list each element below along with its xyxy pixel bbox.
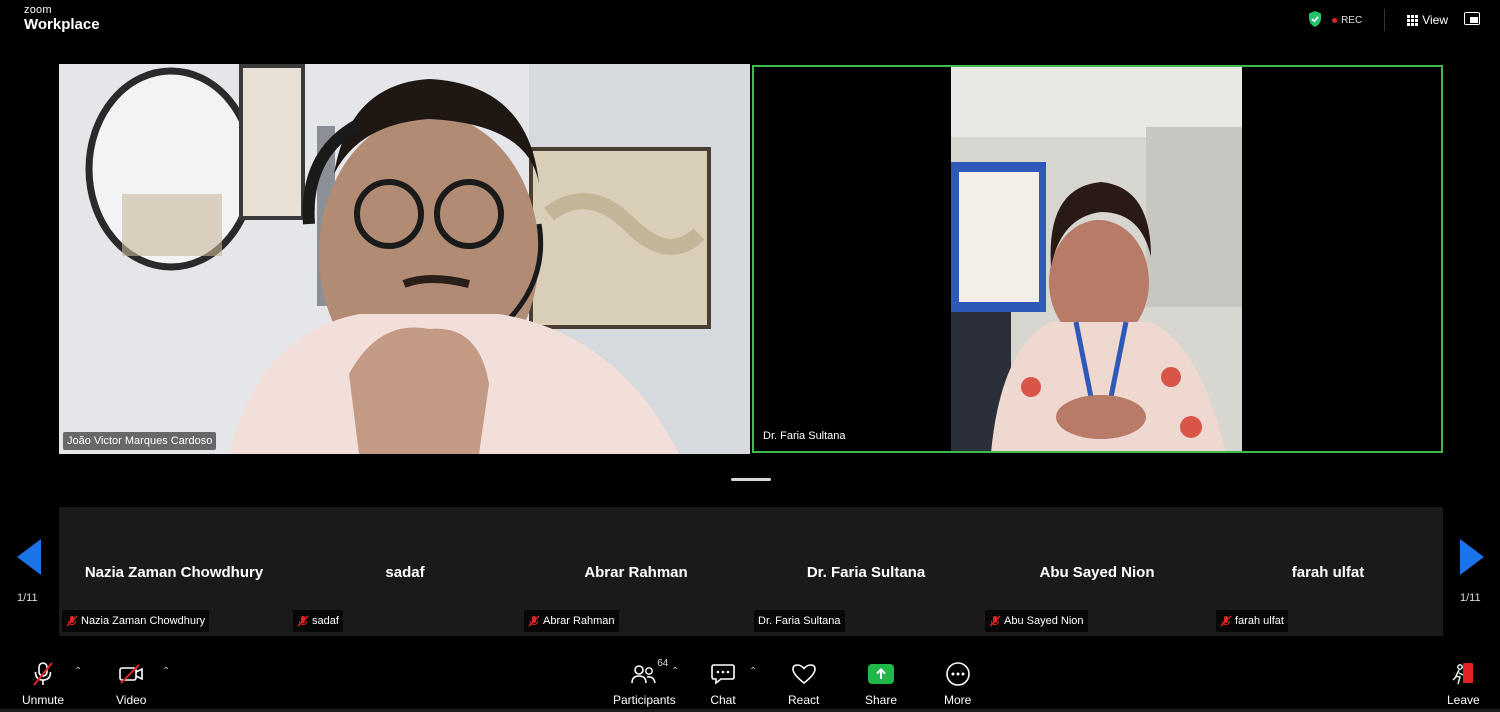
video-off-icon bbox=[119, 664, 144, 684]
view-label: View bbox=[1422, 13, 1448, 27]
gallery-tag-label: farah ulfat bbox=[1235, 615, 1284, 627]
video-frame-joao bbox=[59, 64, 750, 454]
recording-indicator[interactable]: REC bbox=[1332, 15, 1362, 26]
participants-chevron-up-icon[interactable]: ⌃ bbox=[671, 666, 679, 677]
muted-mic-icon bbox=[66, 615, 78, 627]
participant-name-tag: Dr. Faria Sultana bbox=[763, 430, 846, 442]
chat-bubble-icon bbox=[711, 664, 735, 685]
participants-label: Participants bbox=[613, 693, 676, 707]
logo-small-text: zoom bbox=[24, 4, 52, 16]
share-screen-icon bbox=[868, 664, 895, 684]
unmute-label: Unmute bbox=[22, 693, 65, 707]
rec-label: REC bbox=[1341, 14, 1363, 26]
chat-label: Chat bbox=[710, 693, 736, 707]
participants-icon bbox=[631, 665, 657, 684]
gallery-strip: Nazia Zaman Chowdhury Nazia Zaman Chowdh… bbox=[59, 507, 1443, 636]
gallery-name-tag: Nazia Zaman Chowdhury bbox=[62, 610, 210, 632]
share-button[interactable]: Share bbox=[865, 660, 897, 707]
muted-microphone-icon bbox=[33, 662, 53, 686]
video-tile-joao[interactable]: João Victor Marques Cardoso bbox=[59, 64, 750, 454]
leave-button[interactable]: Leave bbox=[1447, 660, 1480, 707]
heart-icon bbox=[791, 664, 816, 685]
participants-button[interactable]: 64 Participants bbox=[613, 658, 676, 707]
recording-dot-icon bbox=[1332, 17, 1338, 23]
gallery-name-tag: Abu Sayed Nion bbox=[985, 610, 1088, 632]
muted-mic-icon bbox=[989, 615, 1001, 627]
gallery-tag-label: sadaf bbox=[312, 615, 339, 627]
top-right-controls: REC View bbox=[1308, 9, 1480, 31]
previous-page-arrow-icon[interactable] bbox=[15, 537, 43, 577]
logo-big-text: Workplace bbox=[24, 16, 100, 33]
audio-options-chevron-up-icon[interactable]: ⌃ bbox=[74, 666, 82, 677]
participant-name-tag: João Victor Marques Cardoso bbox=[63, 432, 217, 450]
participants-count: 64 bbox=[657, 658, 669, 669]
gallery-display-name: farah ulfat bbox=[1291, 564, 1365, 581]
muted-mic-icon bbox=[528, 615, 540, 627]
gallery-tile[interactable]: farah ulfat farah ulfat bbox=[1213, 507, 1443, 636]
muted-mic-icon bbox=[1220, 615, 1232, 627]
video-label: Video bbox=[116, 693, 147, 707]
gallery-name-tag: sadaf bbox=[293, 610, 343, 632]
unmute-button[interactable]: Unmute bbox=[22, 660, 64, 707]
leave-label: Leave bbox=[1447, 693, 1480, 707]
gallery-tile[interactable]: Dr. Faria Sultana Dr. Faria Sultana bbox=[751, 507, 981, 636]
gallery-name-tag: Abrar Rahman bbox=[524, 610, 619, 632]
fullscreen-icon[interactable] bbox=[1464, 12, 1480, 28]
gallery-tile[interactable]: Abrar Rahman Abrar Rahman bbox=[521, 507, 751, 636]
page-indicator-left: 1/11 bbox=[17, 592, 38, 604]
gallery-name-tag: Dr. Faria Sultana bbox=[754, 610, 845, 632]
react-label: React bbox=[788, 693, 820, 707]
gallery-display-name: Dr. Faria Sultana bbox=[806, 564, 926, 581]
chat-chevron-up-icon[interactable]: ⌃ bbox=[749, 666, 757, 677]
more-ellipsis-icon bbox=[945, 662, 970, 686]
gallery-display-name: Abrar Rahman bbox=[584, 564, 688, 581]
gallery-tile[interactable]: Nazia Zaman Chowdhury Nazia Zaman Chowdh… bbox=[59, 507, 289, 636]
gallery-display-name: sadaf bbox=[385, 564, 425, 581]
resize-drag-handle[interactable] bbox=[731, 478, 771, 481]
divider bbox=[1384, 9, 1386, 31]
grid-icon bbox=[1407, 14, 1419, 26]
gallery-name-tag: farah ulfat bbox=[1216, 610, 1288, 632]
react-button[interactable]: React bbox=[788, 660, 819, 707]
gallery-tag-label: Nazia Zaman Chowdhury bbox=[81, 615, 206, 627]
video-button[interactable]: Video bbox=[116, 660, 146, 707]
muted-mic-icon bbox=[297, 615, 309, 627]
video-options-chevron-up-icon[interactable]: ⌃ bbox=[162, 666, 170, 677]
share-label: Share bbox=[865, 693, 898, 707]
video-tile-faria-active-speaker[interactable]: Dr. Faria Sultana bbox=[752, 65, 1443, 453]
next-page-arrow-icon[interactable] bbox=[1458, 537, 1486, 577]
gallery-display-name: Nazia Zaman Chowdhury bbox=[84, 564, 264, 581]
gallery-tag-label: Dr. Faria Sultana bbox=[758, 615, 841, 627]
view-button[interactable]: View bbox=[1407, 13, 1448, 27]
more-label: More bbox=[944, 693, 972, 707]
gallery-display-name: Abu Sayed Nion bbox=[1039, 564, 1155, 581]
more-button[interactable]: More bbox=[944, 660, 971, 707]
zoom-logo: zoom Workplace bbox=[24, 4, 100, 33]
leave-door-icon bbox=[1452, 663, 1474, 685]
gallery-tile[interactable]: Abu Sayed Nion Abu Sayed Nion bbox=[982, 507, 1212, 636]
page-indicator-right: 1/11 bbox=[1460, 592, 1481, 604]
gallery-tag-label: Abu Sayed Nion bbox=[1004, 615, 1084, 627]
gallery-tag-label: Abrar Rahman bbox=[543, 615, 615, 627]
encryption-shield-icon[interactable] bbox=[1308, 10, 1322, 30]
chat-button[interactable]: Chat bbox=[710, 660, 736, 707]
gallery-tile[interactable]: sadaf sadaf bbox=[290, 507, 520, 636]
video-frame-faria bbox=[951, 67, 1242, 451]
